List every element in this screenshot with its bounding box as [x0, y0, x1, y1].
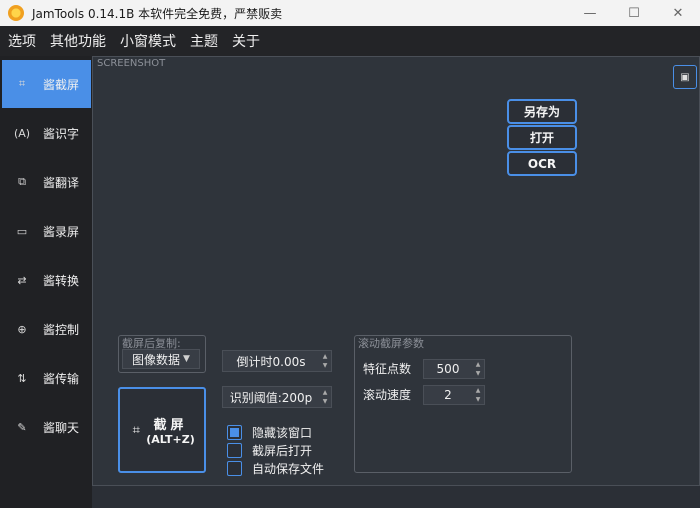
spin-arrows[interactable]: ▲ ▼	[319, 352, 331, 370]
spin-down-icon[interactable]: ▼	[476, 369, 481, 378]
sidebar-item-screenshot[interactable]: ⌗ 酱截屏	[2, 60, 91, 108]
threshold-value: 识别阈值:200p	[229, 390, 313, 405]
sidebar-item-chat[interactable]: ✎ 酱聊天	[2, 403, 91, 451]
feature-points-label: 特征点数	[363, 362, 412, 376]
menu-other-functions[interactable]: 其他功能	[50, 31, 106, 51]
sidebar-item-label: 酱控制	[43, 322, 80, 337]
sidebar-item-label: 酱聊天	[43, 420, 80, 435]
mini-window-icon[interactable]: ▣	[673, 65, 697, 89]
hide-window-checkbox[interactable]: 隐藏该窗口	[227, 424, 312, 441]
menu-bar: 选项 其他功能 小窗模式 主题 关于	[0, 26, 700, 56]
sidebar-item-ocr[interactable]: (A) 酱识字	[2, 109, 91, 157]
window-title: JamTools 0.14.1B 本软件完全免费，严禁贩卖	[32, 6, 283, 21]
sidebar-item-label: 酱转换	[43, 273, 80, 288]
sidebar-item-record[interactable]: ▭ 酱录屏	[2, 207, 91, 255]
sidebar-item-label: 酱录屏	[43, 224, 80, 239]
bottom-strip	[92, 486, 700, 508]
checkbox-label: 自动保存文件	[252, 462, 325, 476]
spin-arrows[interactable]: ▲ ▼	[472, 386, 484, 404]
crop-icon: ⌗	[18, 77, 26, 90]
menu-mini-mode[interactable]: 小窗模式	[120, 31, 176, 51]
save-as-button[interactable]: 另存为	[507, 99, 577, 124]
spin-arrows[interactable]: ▲ ▼	[319, 388, 331, 406]
scroll-speed-label: 滚动速度	[363, 388, 412, 402]
text-scan-icon: (A)	[13, 126, 31, 140]
window-controls: — ☐ ✕	[568, 0, 700, 26]
spin-up-icon[interactable]: ▲	[323, 388, 328, 397]
transfer-icon: ⇅	[17, 371, 27, 385]
scroll-params-title: 滚动截屏参数	[358, 337, 424, 350]
sidebar-item-label: 酱传输	[43, 371, 80, 386]
sidebar: ⌗ 酱截屏 (A) 酱识字 ⧉ 酱翻译 ▭ 酱录屏 ⇄ 酱转换 ⊕ 酱控制 ⇅ …	[0, 56, 92, 508]
spin-up-icon[interactable]: ▲	[323, 352, 328, 361]
checkbox-box[interactable]	[227, 425, 242, 440]
scroll-speed-spinbox[interactable]: 2 ▲ ▼	[423, 385, 485, 405]
translate-icon: ⧉	[18, 175, 26, 188]
countdown-value: 倒计时0.00s	[236, 354, 306, 369]
spin-down-icon[interactable]: ▼	[476, 395, 481, 404]
sidebar-item-label: 酱截屏	[43, 77, 80, 92]
spin-down-icon[interactable]: ▼	[323, 397, 328, 406]
convert-icon: ⇄	[17, 273, 27, 287]
app-logo-icon	[8, 5, 24, 21]
sidebar-item-transfer[interactable]: ⇅ 酱传输	[2, 354, 91, 402]
open-button[interactable]: 打开	[507, 125, 577, 150]
scroll-speed-value: 2	[444, 388, 452, 402]
checkbox-label: 隐藏该窗口	[252, 426, 313, 440]
auto-save-checkbox[interactable]: 自动保存文件	[227, 460, 324, 477]
crop-icon: ⌗	[132, 422, 140, 438]
sidebar-item-label: 酱翻译	[43, 175, 80, 190]
countdown-spinbox[interactable]: 倒计时0.00s ▲ ▼	[222, 350, 332, 372]
checkbox-label: 截屏后打开	[252, 444, 313, 458]
checkbox-box[interactable]	[227, 443, 242, 458]
spin-up-icon[interactable]: ▲	[476, 360, 481, 369]
menu-theme[interactable]: 主题	[190, 31, 218, 51]
checkbox-box[interactable]	[227, 461, 242, 476]
sidebar-item-translate[interactable]: ⧉ 酱翻译	[2, 158, 91, 206]
spin-up-icon[interactable]: ▲	[476, 386, 481, 395]
sidebar-item-convert[interactable]: ⇄ 酱转换	[2, 256, 91, 304]
feature-points-spinbox[interactable]: 500 ▲ ▼	[423, 359, 485, 379]
sidebar-item-label: 酱识字	[43, 126, 80, 141]
chevron-down-icon: ▼	[183, 354, 190, 364]
video-icon: ▭	[16, 224, 28, 238]
section-label: SCREENSHOT	[97, 58, 166, 69]
spin-down-icon[interactable]: ▼	[323, 361, 328, 370]
spin-arrows[interactable]: ▲ ▼	[472, 360, 484, 378]
open-after-checkbox[interactable]: 截屏后打开	[227, 442, 312, 459]
feature-points-value: 500	[436, 362, 460, 376]
threshold-spinbox[interactable]: 识别阈值:200p ▲ ▼	[222, 386, 332, 408]
take-screenshot-button[interactable]: ⌗ 截屏 (ALT+Z)	[118, 387, 206, 473]
maximize-button[interactable]: ☐	[612, 0, 656, 26]
minimize-button[interactable]: —	[568, 0, 612, 26]
screenshot-button-label: 截屏	[153, 418, 188, 433]
menu-options[interactable]: 选项	[8, 31, 36, 51]
close-button[interactable]: ✕	[656, 0, 700, 26]
ocr-button[interactable]: OCR	[507, 151, 577, 176]
menu-about[interactable]: 关于	[232, 31, 260, 51]
screenshot-button-text: 截屏 (ALT+Z)	[146, 414, 194, 446]
screenshot-panel: SCREENSHOT ▣ 另存为 打开 OCR 截屏后复制: 图像数据 ▼ 倒计…	[92, 56, 700, 486]
chat-icon: ✎	[17, 420, 27, 434]
title-bar: JamTools 0.14.1B 本软件完全免费，严禁贩卖 — ☐ ✕	[0, 0, 700, 26]
sidebar-item-control[interactable]: ⊕ 酱控制	[2, 305, 91, 353]
copy-after-value: 图像数据	[132, 352, 181, 367]
screenshot-shortcut: (ALT+Z)	[146, 433, 195, 446]
copy-after-select[interactable]: 图像数据 ▼	[122, 349, 200, 369]
control-icon: ⊕	[17, 322, 27, 336]
